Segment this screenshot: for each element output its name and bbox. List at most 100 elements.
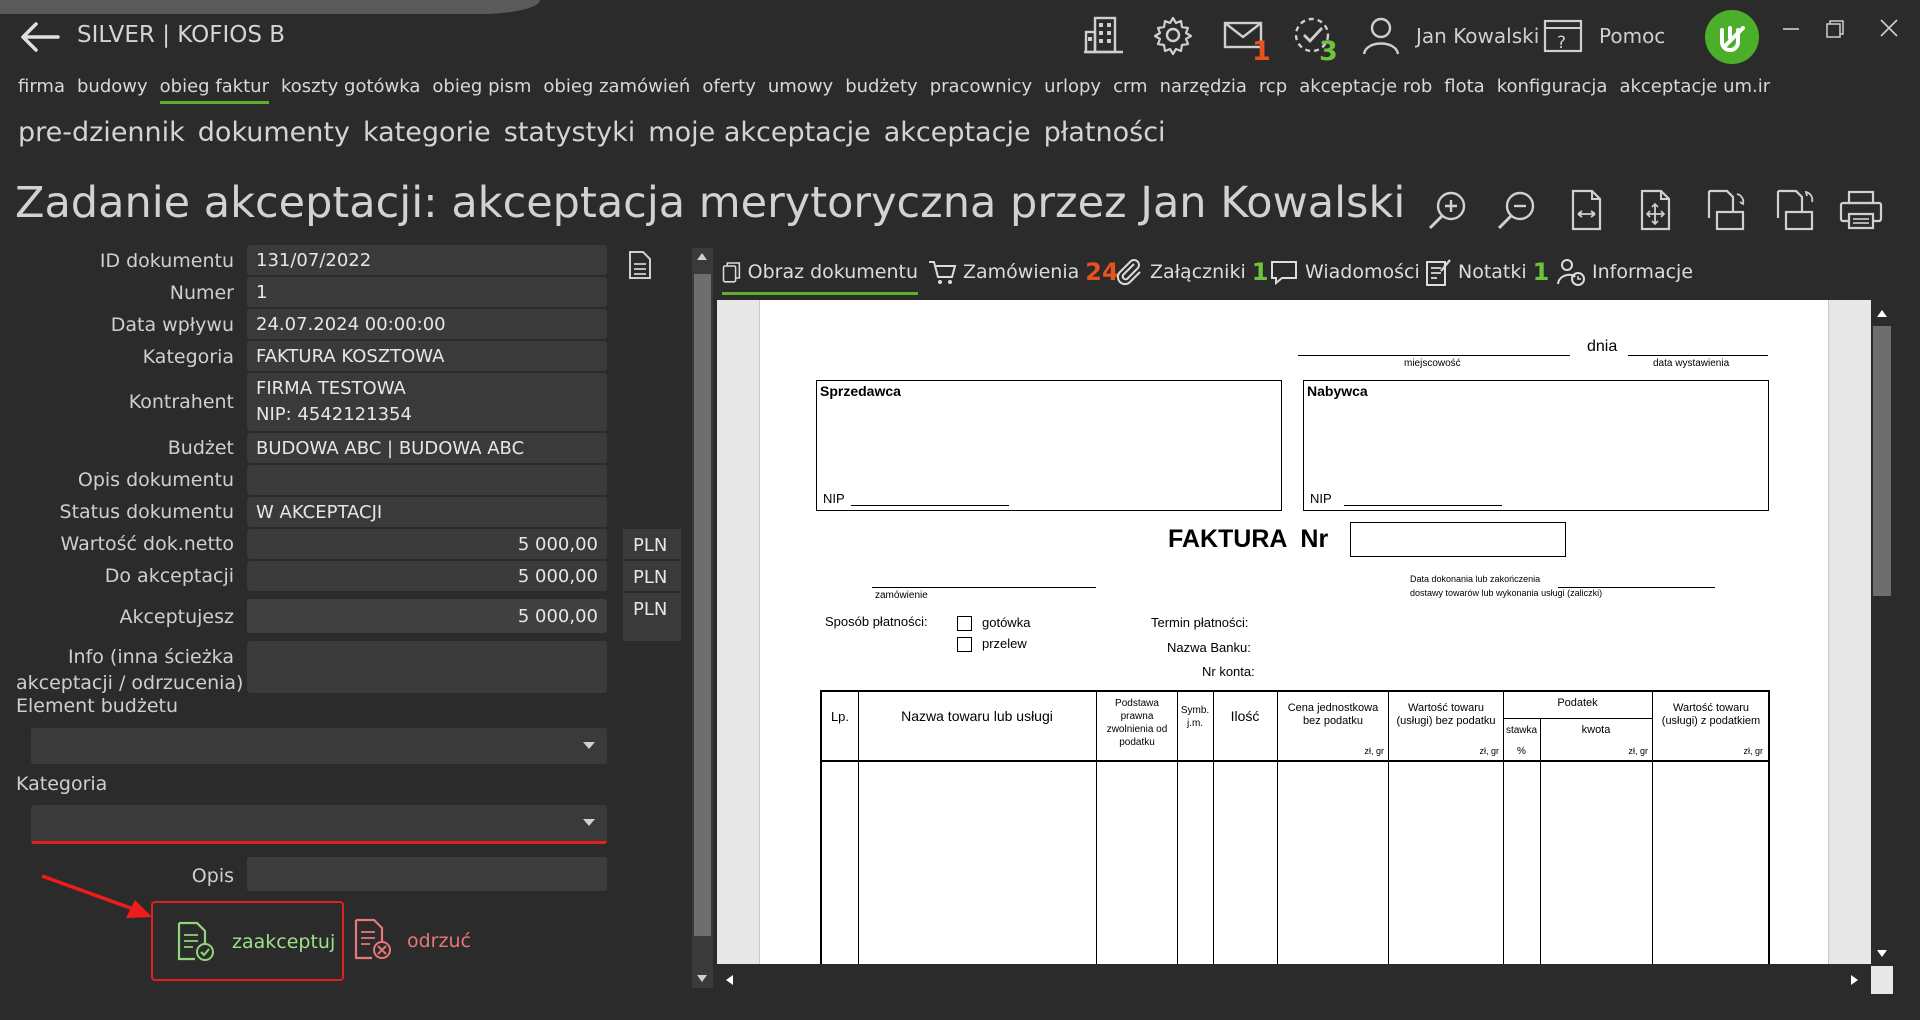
viewer-vertical-scrollbar-thumb[interactable] [1873,326,1891,596]
document-icon[interactable] [627,250,653,280]
help-link[interactable]: Pomoc [1599,24,1665,48]
reject-button[interactable]: odrzuć [350,915,480,967]
sub-menu-item-3[interactable]: statystyki [504,117,636,148]
invoice-order: zamówienie [875,590,928,601]
sub-menu-item-0[interactable]: pre-dziennik [18,117,185,148]
invoice-delivery-1: Data dokonania lub zakończenia [1410,574,1541,584]
main-menu-item-17[interactable]: akceptacje um.ir [1619,76,1770,104]
back-arrow-icon[interactable] [18,18,64,56]
mail-icon[interactable]: 1 [1222,14,1280,70]
tab-orders[interactable]: Zamówienia 24 [927,252,1119,292]
accept-button[interactable]: zaakceptuj [151,901,344,981]
main-menu-item-5[interactable]: obieg zamówień [543,76,690,104]
fit-width-icon[interactable] [1564,188,1608,232]
buyer-box: Nabywca NIP [1303,380,1769,511]
main-menu-item-4[interactable]: obieg pism [432,76,531,104]
to-accept-label: Do akceptacji [104,565,234,587]
sub-menu-item-5[interactable]: akceptacje [884,117,1031,148]
buyer-nip: NIP [1310,491,1332,506]
main-menu-item-15[interactable]: flota [1444,76,1484,104]
budget-field: BUDOWA ABC | BUDOWA ABC [247,433,607,463]
main-menu-item-12[interactable]: narzędzia [1160,76,1247,104]
company-building-icon[interactable] [1083,14,1125,56]
main-menu-item-10[interactable]: urlopy [1044,76,1101,104]
zoom-in-icon[interactable] [1426,188,1470,232]
settings-gear-icon[interactable] [1152,14,1194,56]
viewer-scroll-down-icon[interactable] [1877,950,1887,957]
main-menu-item-7[interactable]: umowy [768,76,833,104]
col-symb: Symb. j.m. [1180,705,1210,729]
col-lp: Lp. [830,709,850,724]
close-icon[interactable] [1874,16,1904,42]
invoice-items-table: Lp. Nazwa towaru lub usługi Podstawa pra… [820,690,1770,964]
main-menu-item-2[interactable]: obieg faktur [159,76,269,104]
reject-label: odrzuć [407,930,471,952]
zoom-out-icon[interactable] [1495,188,1539,232]
minimize-icon[interactable] [1777,16,1807,42]
scroll-up-icon[interactable] [697,253,707,260]
budget-element-dropdown[interactable] [31,728,607,764]
accept-label: zaakceptuj [232,931,336,953]
cash-checkbox [957,616,972,631]
date-label: Data wpływu [110,314,234,336]
main-menu-item-8[interactable]: budżety [845,76,918,104]
number-field: 1 [247,277,607,307]
invoice-delivery-2: dostawy towarów lub wykonania usługi (za… [1410,588,1603,598]
viewer-scroll-right-icon[interactable] [1851,975,1858,985]
tab-messages[interactable]: Wiadomości [1269,252,1420,292]
tasks-count-badge: 3 [1319,36,1338,67]
main-menu-item-13[interactable]: rcp [1259,76,1287,104]
info-textarea[interactable] [247,641,607,693]
contractor-field: FIRMA TESTOWA NIP: 4542121354 [247,373,607,431]
scroll-down-icon[interactable] [697,975,707,982]
col-rate: stawka [1505,725,1538,736]
restore-icon[interactable] [1820,16,1850,42]
sub-menu-item-6[interactable]: płatności [1044,117,1166,148]
tab-information[interactable]: Informacje [1556,252,1693,292]
main-menu-item-3[interactable]: koszty gotówka [281,76,420,104]
main-menu-item-1[interactable]: budowy [77,76,148,104]
zl-gr-tax: zł, gr [1628,746,1648,756]
id-field: 131/07/2022 [247,245,607,275]
svg-text:?: ? [1557,33,1566,53]
tab-information-label: Informacje [1592,261,1694,283]
print-icon[interactable] [1838,188,1883,232]
form-scrollbar-thumb[interactable] [694,274,711,936]
main-menu-item-0[interactable]: firma [18,76,65,104]
col-value-gross: Wartość towaru (usługi) z podatkiem [1661,702,1761,727]
bank-label: Nazwa Banku: [1167,640,1251,655]
rotate-right-icon[interactable] [1703,188,1747,232]
tab-document-image[interactable]: Obraz dokumentu [722,252,918,295]
fit-page-icon[interactable] [1633,188,1677,232]
viewer-scroll-left-icon[interactable] [726,975,733,985]
tab-attachments[interactable]: Załączniki 1 [1114,252,1268,292]
rotate-left-icon[interactable] [1772,188,1816,232]
accepting-input[interactable]: 5 000,00 [247,599,607,633]
zl-gr-net: zł, gr [1479,746,1499,756]
sub-menu-item-1[interactable]: dokumenty [198,117,350,148]
main-menu-item-9[interactable]: pracownicy [930,76,1032,104]
note-input[interactable] [247,857,607,891]
notes-count: 1 [1532,258,1550,286]
contractor-label: Kontrahent [128,391,234,413]
tab-notes[interactable]: Notatki 1 [1424,252,1549,292]
main-menu-item-16[interactable]: konfiguracja [1497,76,1608,104]
sub-menu-item-4[interactable]: moje akceptacje [648,117,870,148]
user-icon[interactable] [1360,14,1402,56]
help-icon[interactable]: ? [1543,17,1585,55]
contractor-name: FIRMA TESTOWA [256,378,406,399]
transfer-label: przelew [982,636,1027,651]
scrollbar-corner [1871,966,1893,994]
main-menu-item-14[interactable]: akceptacje rob [1299,76,1432,104]
due-label: Termin płatności: [1151,615,1249,630]
sub-menu-item-2[interactable]: kategorie [363,117,491,148]
viewer-scroll-up-icon[interactable] [1877,310,1887,317]
category-dropdown[interactable] [31,805,607,844]
main-menu-item-6[interactable]: oferty [702,76,756,104]
main-menu-item-11[interactable]: crm [1113,76,1148,104]
col-amount: kwota [1581,724,1611,736]
number-label: Numer [169,282,234,304]
tasks-check-icon[interactable]: 3 [1291,14,1349,70]
user-name[interactable]: Jan Kowalski [1416,24,1539,48]
viewer-horizontal-scrollbar[interactable] [717,966,1867,994]
